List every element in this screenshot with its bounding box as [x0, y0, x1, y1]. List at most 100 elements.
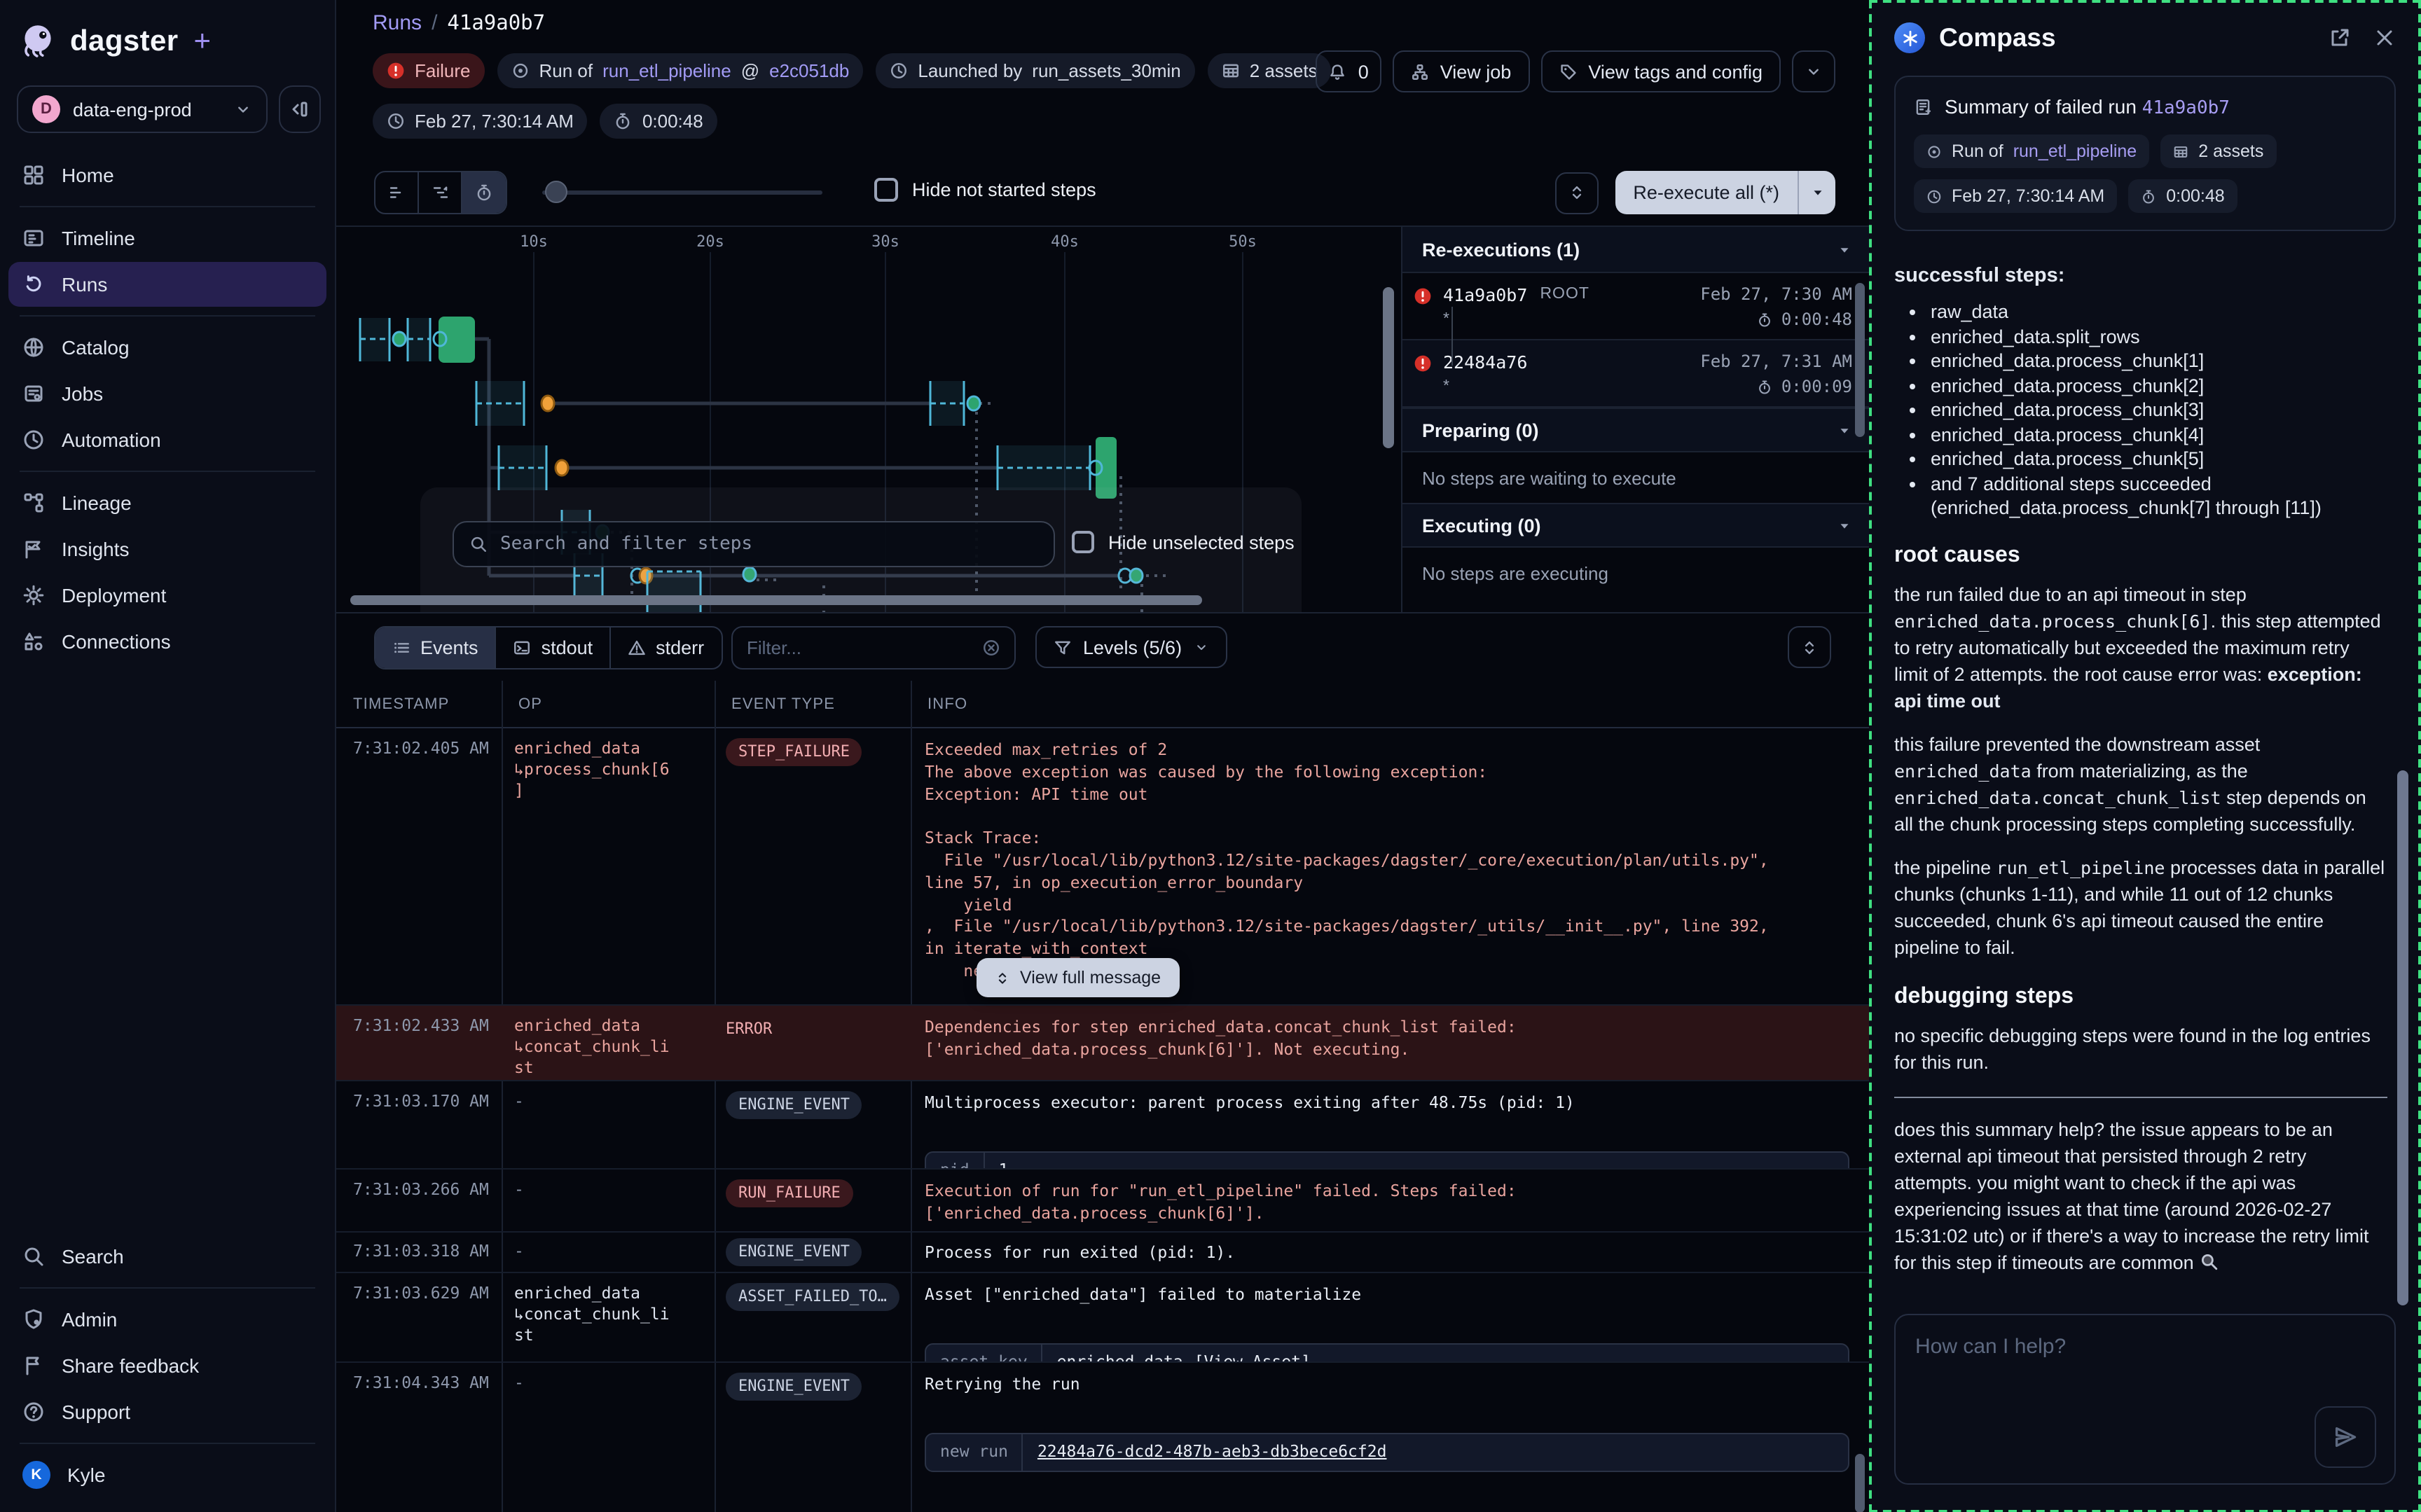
levels-dropdown[interactable]: Levels (5/6) [1035, 626, 1227, 668]
sidebar-item-search[interactable]: Search [8, 1233, 326, 1278]
tab-stderr[interactable]: stderr [611, 627, 721, 668]
commit-link[interactable]: e2c051db [769, 60, 849, 81]
gantt-toolbar: Hide not started steps Re-execute all (*… [336, 157, 1869, 227]
gantt-chart[interactable]: 10s 20s 30s 40s 50s [336, 227, 1401, 612]
table-row[interactable]: 7:31:03.318 AM - ENGINE_EVENT Process fo… [336, 1233, 1869, 1273]
sidebar-item-connections[interactable]: Connections [8, 619, 326, 664]
run-id[interactable]: 22484a76 [1443, 351, 1527, 372]
run-duration: 0:00:48 [1781, 310, 1852, 329]
new-run-link[interactable]: 22484a76-dcd2-487b-aeb3-db3bece6cf2d [1037, 1441, 1387, 1463]
summary-run-id[interactable]: 41a9a0b7 [2142, 98, 2230, 119]
view-mode-waterfall-button[interactable] [375, 172, 419, 213]
sidebar-item-label: Automation [62, 429, 161, 451]
sidebar-item-home[interactable]: Home [8, 153, 326, 197]
table-row[interactable]: 7:31:03.266 AM - RUN_FAILURE Execution o… [336, 1170, 1869, 1233]
caret-down-icon [1809, 185, 1825, 200]
funnel-icon [1054, 638, 1072, 656]
sidebar-item-admin[interactable]: Admin [8, 1296, 326, 1341]
breadcrumb-separator: / [432, 11, 437, 35]
view-full-message-label: View full message [1020, 968, 1161, 987]
hide-not-started-checkbox[interactable]: Hide not started steps [874, 178, 1096, 202]
reexecution-run-row[interactable]: 22484a76 Feb 27, 7:31 AM * 0:00:09 [1402, 340, 1869, 408]
gantt-horizontal-scrollbar[interactable] [350, 595, 1202, 605]
sidebar-collapse-button[interactable] [279, 85, 321, 133]
help-icon [22, 1400, 45, 1422]
gantt-vertical-scrollbar[interactable] [1383, 287, 1394, 448]
run-date: Feb 27, 7:30 AM [1700, 284, 1852, 304]
reexecutions-scrollbar[interactable] [1855, 283, 1865, 437]
table-row[interactable]: 7:31:03.170 AM - ENGINE_EVENT Multiproce… [336, 1081, 1869, 1170]
tab-stdout[interactable]: stdout [497, 627, 612, 668]
table-row[interactable]: 7:31:03.629 AM enriched_data ↳concat_chu… [336, 1273, 1869, 1363]
list-item: enriched_data.process_chunk[4] [1931, 422, 2387, 446]
checkbox[interactable] [1072, 531, 1094, 553]
sidebar-item-catalog[interactable]: Catalog [8, 325, 326, 370]
sidebar-item-share-feedback[interactable]: Share feedback [8, 1343, 326, 1387]
executing-section-header[interactable]: Executing (0) [1402, 503, 1869, 548]
event-type-badge: ENGINE_EVENT [726, 1373, 862, 1401]
external-link-icon[interactable] [2329, 27, 2351, 49]
breadcrumb-runs-link[interactable]: Runs [373, 11, 422, 35]
reexecution-run-row[interactable]: 41a9a0b7 ROOT Feb 27, 7:30 AM * 0:00:48 [1402, 273, 1869, 340]
view-tags-config-button[interactable]: View tags and config [1540, 50, 1781, 92]
notifications-button[interactable]: 0 [1316, 50, 1381, 92]
sort-order-button[interactable] [1554, 172, 1598, 214]
code-text: enriched_data.process_chunk[6] [1894, 610, 2211, 631]
sidebar-item-timeline[interactable]: Timeline [8, 216, 326, 261]
more-actions-button[interactable] [1792, 50, 1835, 92]
insights-icon [22, 538, 45, 560]
sidebar-item-automation[interactable]: Automation [8, 417, 326, 462]
sidebar-item-user[interactable]: KKyle [8, 1452, 326, 1497]
close-icon[interactable] [2373, 27, 2396, 49]
sidebar-item-lineage[interactable]: Lineage [8, 480, 326, 525]
re-execute-dropdown[interactable] [1798, 171, 1835, 214]
compass-scrollbar[interactable] [2397, 770, 2408, 1305]
sidebar-item-support[interactable]: Support [8, 1389, 326, 1434]
send-button[interactable] [2315, 1406, 2376, 1467]
sidebar-item-insights[interactable]: Insights [8, 527, 326, 571]
org-switcher[interactable]: D data-eng-prod [17, 85, 268, 133]
app: dagster + D data-eng-prod Home Timeline … [0, 0, 2421, 1512]
run-duration: 0:00:09 [1781, 377, 1852, 396]
view-asset-link[interactable]: [View Asset] [1194, 1351, 1311, 1363]
logo[interactable]: dagster + [0, 0, 335, 60]
levels-label: Levels (5/6) [1083, 637, 1182, 658]
re-execute-all-label[interactable]: Re-execute all (*) [1615, 171, 1798, 214]
step-search-input[interactable]: Search and filter steps [453, 521, 1055, 567]
view-job-button[interactable]: View job [1393, 50, 1530, 92]
hide-unselected-checkbox[interactable]: Hide unselected steps [1072, 531, 1295, 553]
pipeline-link[interactable]: run_etl_pipeline [2013, 141, 2137, 161]
run-id[interactable]: 41a9a0b7 [1443, 284, 1527, 305]
tab-events[interactable]: Events [375, 627, 497, 668]
pipeline-link[interactable]: run_etl_pipeline [602, 60, 731, 81]
start-time-chip: Feb 27, 7:30:14 AM [373, 104, 588, 139]
events-scrollbar[interactable] [1855, 1453, 1865, 1512]
event-info: Asset ["enriched_data"] failed to materi… [925, 1284, 1361, 1304]
zoom-slider-knob[interactable] [545, 181, 567, 203]
logo-plus: + [194, 25, 212, 58]
table-row-highlighted[interactable]: 7:31:02.433 AM enriched_data ↳concat_chu… [336, 1006, 1869, 1081]
clear-filter-icon[interactable] [982, 639, 1000, 657]
list-item: enriched_data.split_rows [1931, 324, 2387, 348]
log-sort-button[interactable] [1788, 626, 1831, 668]
org-avatar: D [32, 95, 60, 123]
zoom-slider[interactable] [542, 190, 822, 195]
checkbox[interactable] [874, 178, 898, 202]
dagster-octopus-icon [20, 22, 57, 60]
chat-input[interactable]: How can I help? [1894, 1313, 2396, 1484]
log-filter-input[interactable]: Filter... [731, 626, 1016, 670]
event-timestamp: 7:31:02.433 AM [336, 1006, 502, 1080]
preparing-section-header[interactable]: Preparing (0) [1402, 408, 1869, 452]
view-full-message-button[interactable]: View full message [977, 958, 1179, 997]
view-mode-timed-button[interactable] [462, 172, 506, 213]
table-row[interactable]: 7:31:04.343 AM - ENGINE_EVENT Retrying t… [336, 1363, 1869, 1512]
sidebar-item-runs[interactable]: Runs [8, 262, 326, 307]
view-mode-flat-button[interactable] [419, 172, 462, 213]
assets-chip[interactable]: 2 assets [1208, 53, 1332, 88]
sidebar-item-jobs[interactable]: Jobs [8, 371, 326, 416]
run-date: Feb 27, 7:31 AM [1700, 352, 1852, 371]
reexecutions-header[interactable]: Re-executions (1) [1402, 227, 1869, 273]
sidebar-item-deployment[interactable]: Deployment [8, 573, 326, 618]
debugging-steps-heading: debugging steps [1894, 983, 2387, 1009]
stopwatch-icon [1758, 379, 1773, 394]
